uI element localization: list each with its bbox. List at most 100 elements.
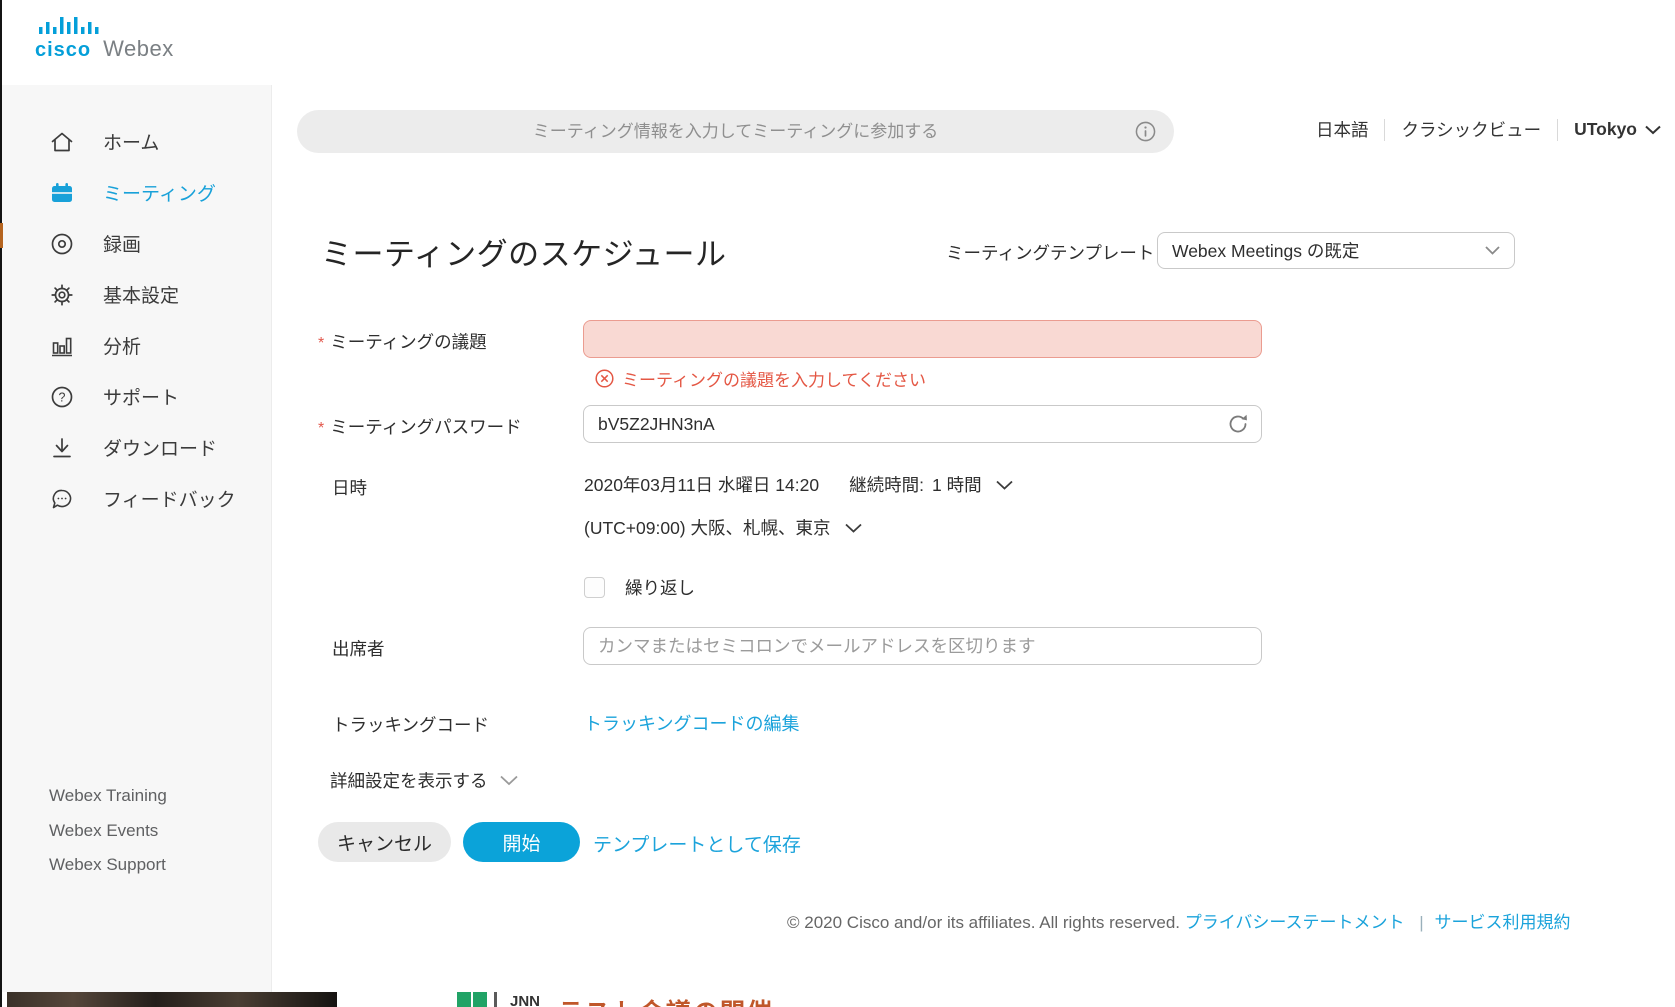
- sidebar-item-feedback[interactable]: フィードバック: [2, 473, 271, 524]
- sidebar-item-label: ホーム: [103, 128, 159, 155]
- webex-training-link[interactable]: Webex Training: [49, 779, 167, 814]
- search-input[interactable]: [297, 110, 1174, 153]
- webex-events-link[interactable]: Webex Events: [49, 814, 167, 849]
- language-link[interactable]: 日本語: [1316, 117, 1369, 142]
- header-separator: [1384, 119, 1385, 141]
- password-label: *ミーティングパスワード: [318, 414, 522, 439]
- recurrence-row: 繰り返し: [584, 575, 695, 600]
- background-divider: [494, 992, 497, 1007]
- question-icon: ?: [48, 383, 76, 411]
- sidebar-item-label: ダウンロード: [103, 434, 217, 461]
- save-as-template-link[interactable]: テンプレートとして保存: [593, 830, 801, 857]
- chevron-down-icon: [845, 523, 862, 533]
- template-label: ミーティングテンプレート: [946, 240, 1154, 265]
- start-button[interactable]: 開始: [463, 822, 580, 862]
- advanced-settings-label: 詳細設定を表示する: [330, 768, 488, 793]
- sidebar-item-label: 基本設定: [103, 281, 179, 308]
- download-icon: [48, 434, 76, 462]
- svg-text:?: ?: [59, 390, 66, 404]
- attendees-input[interactable]: [583, 627, 1262, 665]
- sidebar-nav: ホーム ミーティング: [2, 85, 271, 524]
- datetime-selector[interactable]: 2020年03月11日 水曜日 14:20 継続時間: 1 時間: [584, 472, 1013, 497]
- background-orange-text: テスト会議の開催: [558, 993, 774, 1007]
- bar-chart-icon: [48, 332, 76, 360]
- chevron-down-icon: [1645, 125, 1661, 135]
- timezone-selector[interactable]: (UTC+09:00) 大阪、札幌、東京: [584, 515, 862, 540]
- password-input[interactable]: [583, 405, 1262, 443]
- recurrence-label: 繰り返し: [625, 575, 695, 600]
- header-separator: [1557, 119, 1558, 141]
- template-selected-value: Webex Meetings の既定: [1172, 238, 1485, 263]
- sidebar-item-meetings[interactable]: ミーティング: [2, 167, 271, 218]
- datetime-label: 日時: [332, 475, 367, 500]
- sidebar: ホーム ミーティング: [2, 85, 272, 992]
- background-window-sliver: JNN テスト会議の開催: [2, 992, 1675, 1007]
- sidebar-item-preferences[interactable]: 基本設定: [2, 269, 271, 320]
- webex-wordmark: Webex: [103, 36, 174, 62]
- background-dark-text: JNN: [510, 993, 540, 1007]
- tracking-label: トラッキングコード: [332, 712, 489, 737]
- cancel-button[interactable]: キャンセル: [318, 822, 451, 862]
- terms-of-service-link[interactable]: サービス利用規約: [1434, 913, 1570, 932]
- gear-icon: [48, 281, 76, 309]
- topic-error-text: ミーティングの議題を入力してください: [622, 366, 926, 391]
- advanced-settings-toggle[interactable]: 詳細設定を表示する: [330, 768, 518, 793]
- sidebar-item-home[interactable]: ホーム: [2, 116, 271, 167]
- sidebar-item-label: 分析: [103, 332, 141, 359]
- edit-tracking-code-link[interactable]: トラッキングコードの編集: [584, 710, 799, 736]
- recurrence-checkbox[interactable]: [584, 577, 605, 598]
- sidebar-item-label: 録画: [103, 230, 141, 257]
- user-menu[interactable]: UTokyo: [1574, 119, 1661, 140]
- sidebar-item-support[interactable]: ? サポート: [2, 371, 271, 422]
- topic-input[interactable]: [583, 320, 1262, 358]
- attendees-label: 出席者: [332, 636, 385, 661]
- home-icon: [48, 128, 76, 156]
- webex-scheduling-page: cisco Webex 日本語 クラシックビュー UTokyo: [0, 0, 1675, 1007]
- refresh-password-icon[interactable]: [1227, 413, 1249, 435]
- error-icon: [595, 369, 614, 388]
- cisco-wordmark: cisco: [35, 39, 91, 62]
- footer: © 2020 Cisco and/or its affiliates. All …: [787, 908, 1570, 933]
- cisco-bars-icon: [39, 16, 103, 36]
- topic-label: *ミーティングの議題: [318, 329, 487, 354]
- chevron-down-icon: [996, 480, 1013, 490]
- header: cisco Webex 日本語 クラシックビュー UTokyo: [2, 0, 1675, 85]
- required-asterisk: *: [318, 420, 324, 437]
- user-menu-label: UTokyo: [1574, 119, 1637, 140]
- duration-label: 継続時間:: [849, 472, 924, 497]
- screen-edge-orange-artifact: [0, 223, 3, 248]
- feedback-icon: [48, 485, 76, 513]
- topic-error: ミーティングの議題を入力してください: [595, 366, 926, 391]
- sidebar-footer-links: Webex Training Webex Events Webex Suppor…: [49, 779, 167, 883]
- webex-support-link[interactable]: Webex Support: [49, 848, 167, 883]
- password-field: [583, 405, 1262, 443]
- background-green-block: [457, 992, 471, 1007]
- datetime-value: 2020年03月11日 水曜日 14:20: [584, 472, 819, 497]
- cisco-webex-logo: cisco Webex: [35, 16, 174, 62]
- timezone-value: (UTC+09:00) 大阪、札幌、東京: [584, 515, 831, 540]
- header-links: 日本語 クラシックビュー UTokyo: [1316, 117, 1661, 142]
- classic-view-link[interactable]: クラシックビュー: [1401, 117, 1541, 142]
- sidebar-item-recordings[interactable]: 録画: [2, 218, 271, 269]
- privacy-statement-link[interactable]: プライバシーステートメント: [1185, 913, 1405, 932]
- sidebar-item-label: サポート: [103, 383, 179, 410]
- screen-edge-artifact: [0, 0, 2, 1007]
- sidebar-item-downloads[interactable]: ダウンロード: [2, 422, 271, 473]
- info-icon[interactable]: [1135, 121, 1156, 142]
- sidebar-item-insights[interactable]: 分析: [2, 320, 271, 371]
- duration-value: 1 時間: [932, 472, 982, 497]
- template-select[interactable]: Webex Meetings の既定: [1157, 232, 1515, 269]
- footer-separator: |: [1419, 913, 1423, 932]
- background-photo-fragment: [7, 992, 337, 1007]
- background-green-block: [473, 992, 487, 1007]
- copyright-text: © 2020 Cisco and/or its affiliates. All …: [787, 913, 1180, 932]
- record-icon: [48, 230, 76, 258]
- join-meeting-search[interactable]: [297, 110, 1174, 153]
- sidebar-item-label: ミーティング: [103, 179, 216, 206]
- calendar-icon: [48, 179, 76, 207]
- required-asterisk: *: [318, 335, 324, 352]
- sidebar-item-label: フィードバック: [103, 485, 236, 512]
- page-title: ミーティングのスケジュール: [321, 229, 726, 274]
- chevron-down-icon: [1485, 246, 1500, 255]
- chevron-down-icon: [500, 775, 518, 786]
